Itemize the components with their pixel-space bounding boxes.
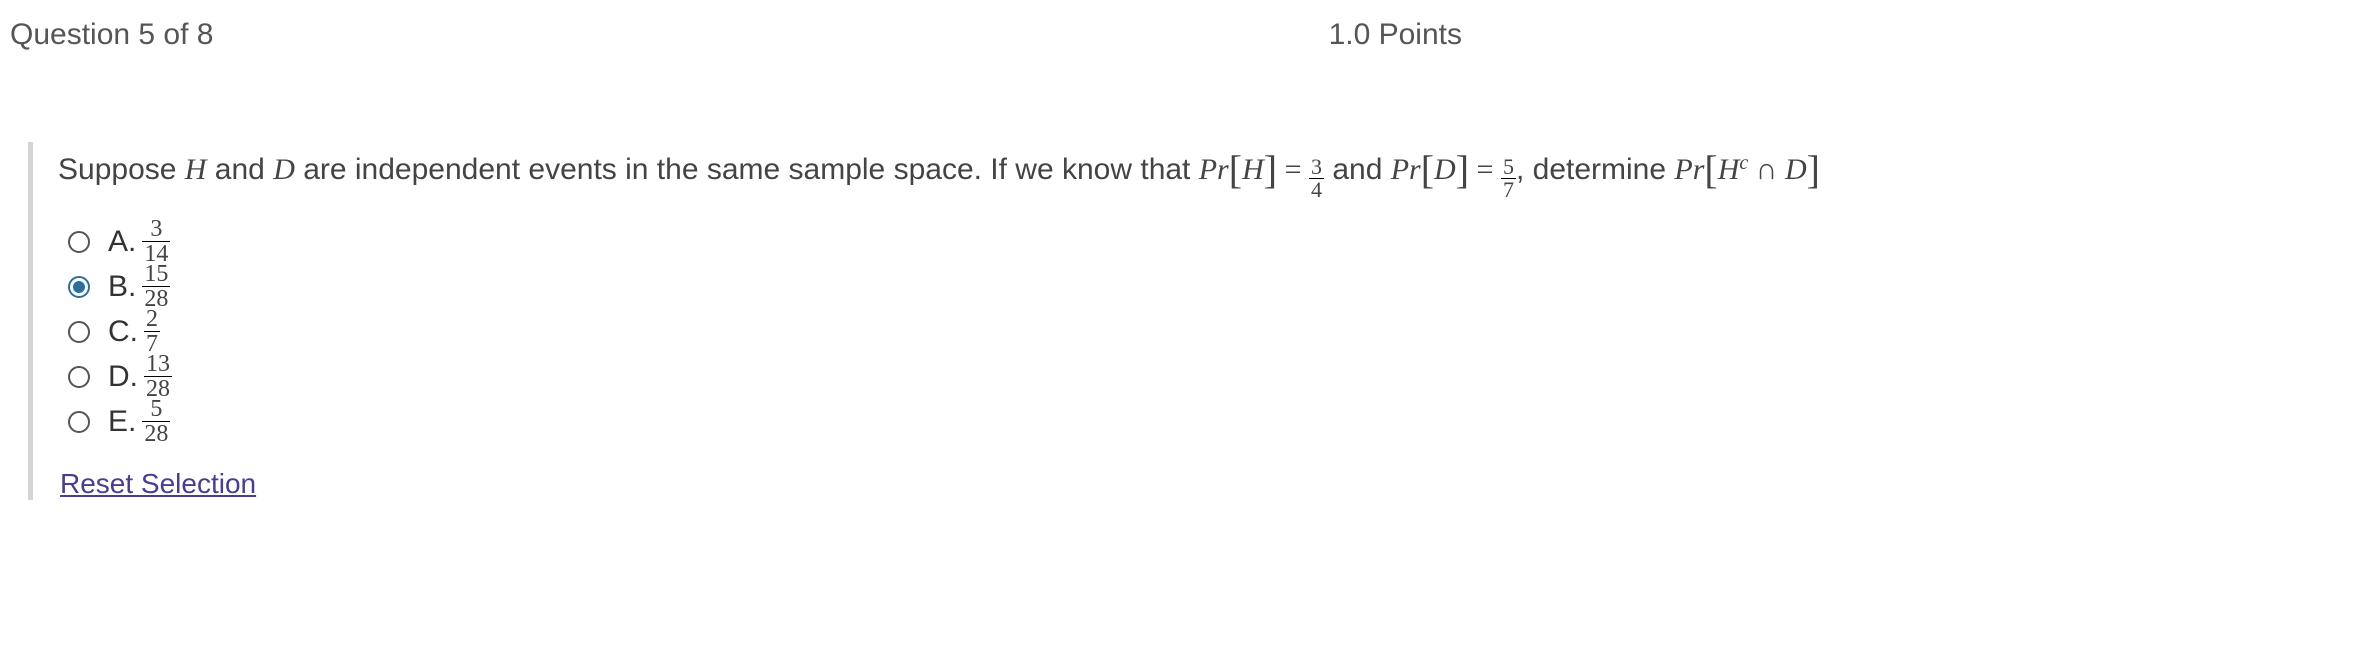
option-fraction: 314 [142,217,170,266]
option-d[interactable]: D.1328 [68,354,2374,399]
option-label: E. [108,405,136,439]
option-b[interactable]: B.1528 [68,264,2374,309]
question-prompt: Suppose H and D are independent events i… [58,142,2374,201]
radio-button[interactable] [68,366,90,388]
option-fraction: 1528 [142,262,170,311]
question-number: Question 5 of 8 [10,18,213,52]
options-list: A.314B.1528C.27D.1328E.528 [68,219,2374,444]
option-label: D. [108,360,138,394]
option-label: A. [108,225,136,259]
option-fraction: 1328 [144,352,172,401]
option-label: B. [108,270,136,304]
radio-button[interactable] [68,231,90,253]
radio-button[interactable] [68,411,90,433]
option-c[interactable]: C.27 [68,309,2374,354]
option-e[interactable]: E.528 [68,399,2374,444]
option-fraction: 528 [142,397,170,446]
radio-button[interactable] [68,276,90,298]
reset-selection-link[interactable]: Reset Selection [60,468,256,499]
option-a[interactable]: A.314 [68,219,2374,264]
points-label: 1.0 Points [1329,18,1462,52]
radio-button[interactable] [68,321,90,343]
option-label: C. [108,315,138,349]
option-fraction: 27 [144,307,160,356]
